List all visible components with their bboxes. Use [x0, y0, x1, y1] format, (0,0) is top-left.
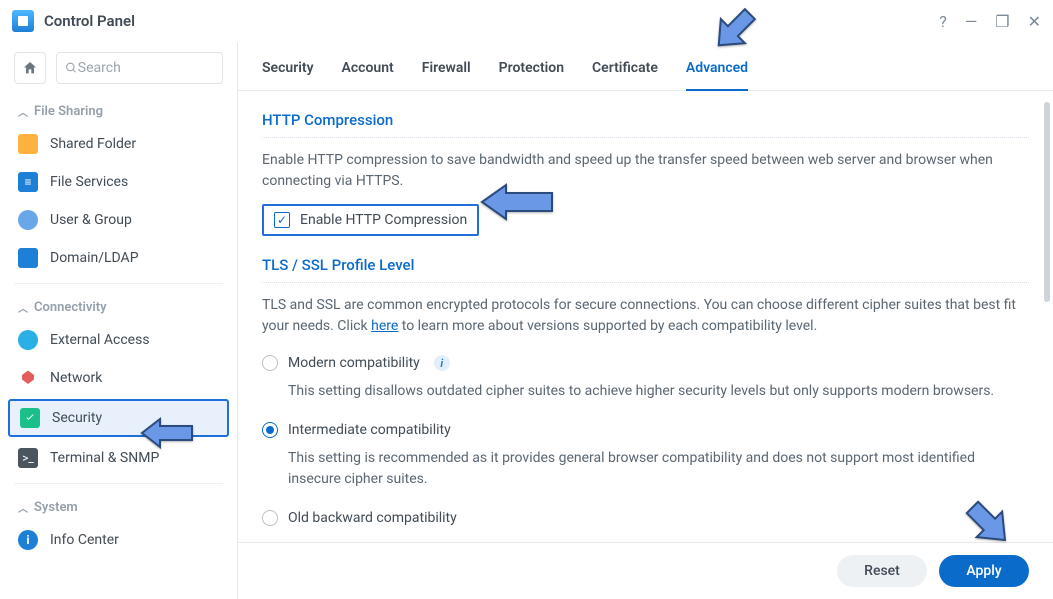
reset-button[interactable]: Reset	[837, 555, 927, 587]
tab-account[interactable]: Account	[342, 60, 394, 90]
radio-icon	[262, 422, 278, 438]
minimize-icon[interactable]: —	[965, 12, 978, 31]
section-tls-ssl: TLS / SSL Profile Level	[262, 256, 1029, 283]
sidebar-item-label: Terminal & SNMP	[50, 450, 159, 466]
chevron-up-icon: ︿	[18, 300, 28, 315]
group-system[interactable]: ︿System	[0, 490, 237, 521]
network-icon	[18, 368, 38, 388]
tab-certificate[interactable]: Certificate	[592, 60, 658, 90]
info-icon[interactable]: i	[434, 355, 450, 371]
checkbox-label: Enable HTTP Compression	[300, 212, 467, 228]
sidebar-item-security[interactable]: Security	[8, 399, 229, 437]
tab-advanced[interactable]: Advanced	[686, 60, 748, 90]
home-button[interactable]	[14, 52, 46, 84]
user-icon	[18, 210, 38, 230]
modern-desc: This setting disallows outdated cipher s…	[262, 377, 1029, 416]
tab-bar: Security Account Firewall Protection Cer…	[238, 42, 1053, 91]
radio-icon	[262, 355, 278, 371]
sidebar-item-external-access[interactable]: External Access	[0, 321, 237, 359]
globe-icon	[18, 330, 38, 350]
sidebar-item-label: Info Center	[50, 532, 119, 548]
home-icon	[22, 60, 38, 76]
tab-security[interactable]: Security	[262, 60, 314, 90]
close-icon[interactable]: ✕	[1028, 12, 1041, 31]
sidebar: ︿File Sharing Shared Folder ≡ File Servic…	[0, 42, 238, 599]
tls-desc: TLS and SSL are common encrypted protoco…	[262, 295, 1029, 337]
tab-protection[interactable]: Protection	[499, 60, 564, 90]
radio-modern-compatibility[interactable]: Modern compatibility i	[262, 349, 1029, 377]
radio-label: Intermediate compatibility	[288, 422, 451, 438]
file-services-icon: ≡	[18, 172, 38, 192]
section-http-compression: HTTP Compression	[262, 111, 1029, 138]
help-icon[interactable]: ?	[939, 12, 947, 31]
sidebar-item-file-services[interactable]: ≡ File Services	[0, 163, 237, 201]
footer: Reset Apply	[238, 542, 1053, 599]
sidebar-item-shared-folder[interactable]: Shared Folder	[0, 125, 237, 163]
sidebar-item-label: File Services	[50, 174, 128, 190]
main-panel: Security Account Firewall Protection Cer…	[238, 42, 1053, 599]
group-file-sharing[interactable]: ︿File Sharing	[0, 94, 237, 125]
group-connectivity[interactable]: ︿Connectivity	[0, 290, 237, 321]
sidebar-item-label: Security	[52, 410, 102, 426]
sidebar-item-label: Shared Folder	[50, 136, 136, 152]
checkbox-icon: ✓	[274, 212, 290, 228]
maximize-icon[interactable]: ❐	[995, 12, 1009, 31]
sidebar-item-label: External Access	[50, 332, 150, 348]
terminal-icon: >_	[18, 448, 38, 468]
divider	[14, 283, 223, 284]
search-input[interactable]	[78, 60, 214, 76]
search-icon	[65, 61, 78, 75]
here-link[interactable]: here	[371, 318, 398, 334]
http-compression-desc: Enable HTTP compression to save bandwidt…	[262, 150, 1029, 192]
tab-firewall[interactable]: Firewall	[422, 60, 471, 90]
enable-http-compression-checkbox[interactable]: ✓ Enable HTTP Compression	[262, 204, 479, 236]
content-area: HTTP Compression Enable HTTP compression…	[238, 91, 1053, 542]
apply-button[interactable]: Apply	[939, 555, 1029, 587]
divider	[14, 483, 223, 484]
search-field[interactable]	[56, 52, 223, 84]
radio-icon	[262, 510, 278, 526]
sidebar-item-label: User & Group	[50, 212, 132, 228]
sidebar-item-label: Domain/LDAP	[50, 250, 139, 266]
chevron-up-icon: ︿	[18, 500, 28, 515]
radio-label: Modern compatibility	[288, 355, 420, 371]
shield-icon	[20, 408, 40, 428]
sidebar-item-info-center[interactable]: i Info Center	[0, 521, 237, 559]
app-icon	[12, 10, 34, 32]
window-title: Control Panel	[44, 12, 135, 30]
domain-icon	[18, 248, 38, 268]
sidebar-item-terminal-snmp[interactable]: >_ Terminal & SNMP	[0, 439, 237, 477]
info-icon: i	[18, 530, 38, 550]
sidebar-item-network[interactable]: Network	[0, 359, 237, 397]
radio-label: Old backward compatibility	[288, 510, 457, 526]
radio-old-backward-compatibility[interactable]: Old backward compatibility	[262, 504, 1029, 532]
scrollbar[interactable]	[1044, 102, 1050, 302]
radio-intermediate-compatibility[interactable]: Intermediate compatibility	[262, 416, 1029, 444]
sidebar-item-domain-ldap[interactable]: Domain/LDAP	[0, 239, 237, 277]
title-bar: Control Panel ? — ❐ ✕	[0, 0, 1053, 42]
intermediate-desc: This setting is recommended as it provid…	[262, 444, 1029, 504]
folder-icon	[18, 134, 38, 154]
chevron-up-icon: ︿	[18, 104, 28, 119]
sidebar-item-label: Network	[50, 370, 102, 386]
sidebar-item-user-group[interactable]: User & Group	[0, 201, 237, 239]
